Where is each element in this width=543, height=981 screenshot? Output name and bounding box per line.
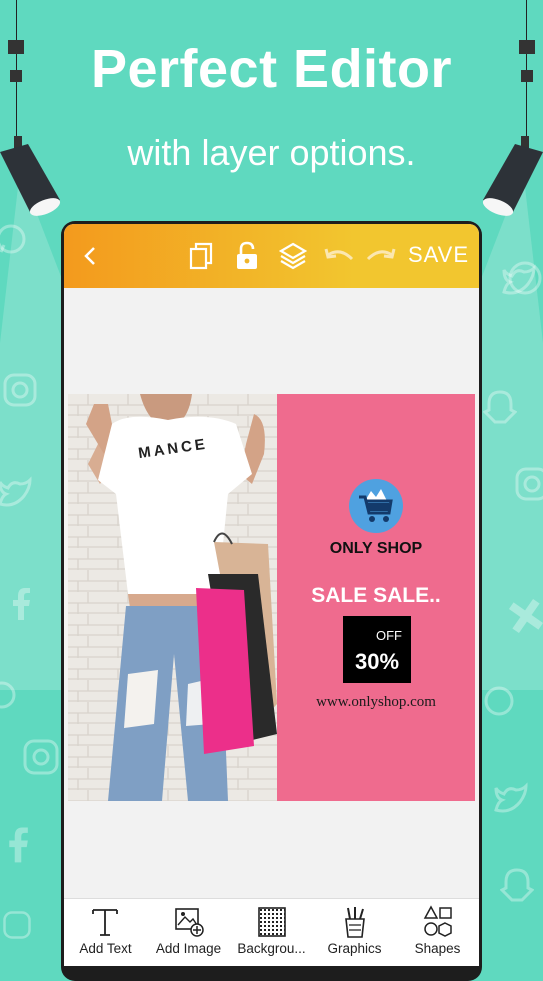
off-label: OFF — [376, 628, 402, 643]
promo-headline: Perfect Editor — [90, 39, 453, 99]
lock-button[interactable] — [232, 241, 262, 271]
redo-button[interactable] — [366, 241, 396, 271]
shop-logo[interactable] — [349, 479, 403, 533]
bottom-tool-bar: Add Text Add Image Backgrou... Graphics … — [64, 898, 479, 966]
shop-name[interactable]: ONLY SHOP — [277, 540, 475, 558]
redo-icon — [366, 248, 396, 261]
back-button[interactable] — [76, 241, 106, 271]
duplicate-icon — [189, 242, 213, 270]
save-button[interactable]: SAVE — [408, 242, 469, 268]
website-text[interactable]: www.onlyshop.com — [277, 694, 475, 711]
background-button[interactable]: Backgrou... — [230, 899, 313, 966]
background-icon — [258, 907, 286, 937]
text-icon — [92, 909, 118, 936]
add-image-icon — [175, 908, 204, 937]
shapes-label: Shapes — [414, 941, 461, 956]
shapes-icon — [423, 905, 452, 937]
undo-icon — [324, 248, 354, 261]
sale-text[interactable]: SALE SALE.. — [277, 584, 475, 608]
shopping-model-image: MANCE — [68, 394, 277, 801]
promo-subline: with layer options. — [127, 132, 416, 173]
twitter-icon — [494, 782, 528, 813]
snapchat-icon — [500, 868, 534, 902]
duplicate-button[interactable] — [186, 241, 216, 271]
instagram-icon — [3, 911, 31, 939]
graphics-icon — [345, 907, 365, 938]
promo-panel[interactable]: ONLY SHOP SALE SALE.. OFF 30% www.onlysh… — [277, 394, 475, 801]
background-label: Backgrou... — [237, 941, 306, 956]
layers-icon — [279, 242, 307, 270]
design-canvas[interactable]: MANCE ONLY SHOP SALE SALE.. OFF 30% www.… — [68, 394, 475, 801]
editor-screen: SAVE MANCE ONLY SHOP SALE SALE.. OFF 30%… — [64, 224, 479, 966]
add-text-button[interactable]: Add Text — [64, 899, 147, 966]
instagram-icon — [23, 739, 59, 775]
app-screenshot: { "promo": { "headline": "Perfect Editor… — [0, 0, 543, 981]
shapes-button[interactable]: Shapes — [396, 899, 479, 966]
add-image-label: Add Image — [155, 941, 222, 956]
graphics-label: Graphics — [327, 941, 382, 956]
unlock-icon — [237, 241, 257, 269]
off-percent: 30% — [354, 649, 400, 674]
add-image-button[interactable]: Add Image — [147, 899, 230, 966]
back-arrow-icon — [84, 247, 95, 265]
discount-badge[interactable]: OFF 30% — [343, 616, 411, 683]
undo-button[interactable] — [324, 241, 354, 271]
shopping-cart-icon — [359, 489, 393, 522]
editor-toolbar: SAVE — [64, 224, 479, 288]
add-text-label: Add Text — [79, 941, 132, 956]
layers-button[interactable] — [278, 241, 308, 271]
graphics-button[interactable]: Graphics — [313, 899, 396, 966]
facebook-icon — [9, 827, 28, 863]
model-photo[interactable]: MANCE — [68, 394, 277, 801]
